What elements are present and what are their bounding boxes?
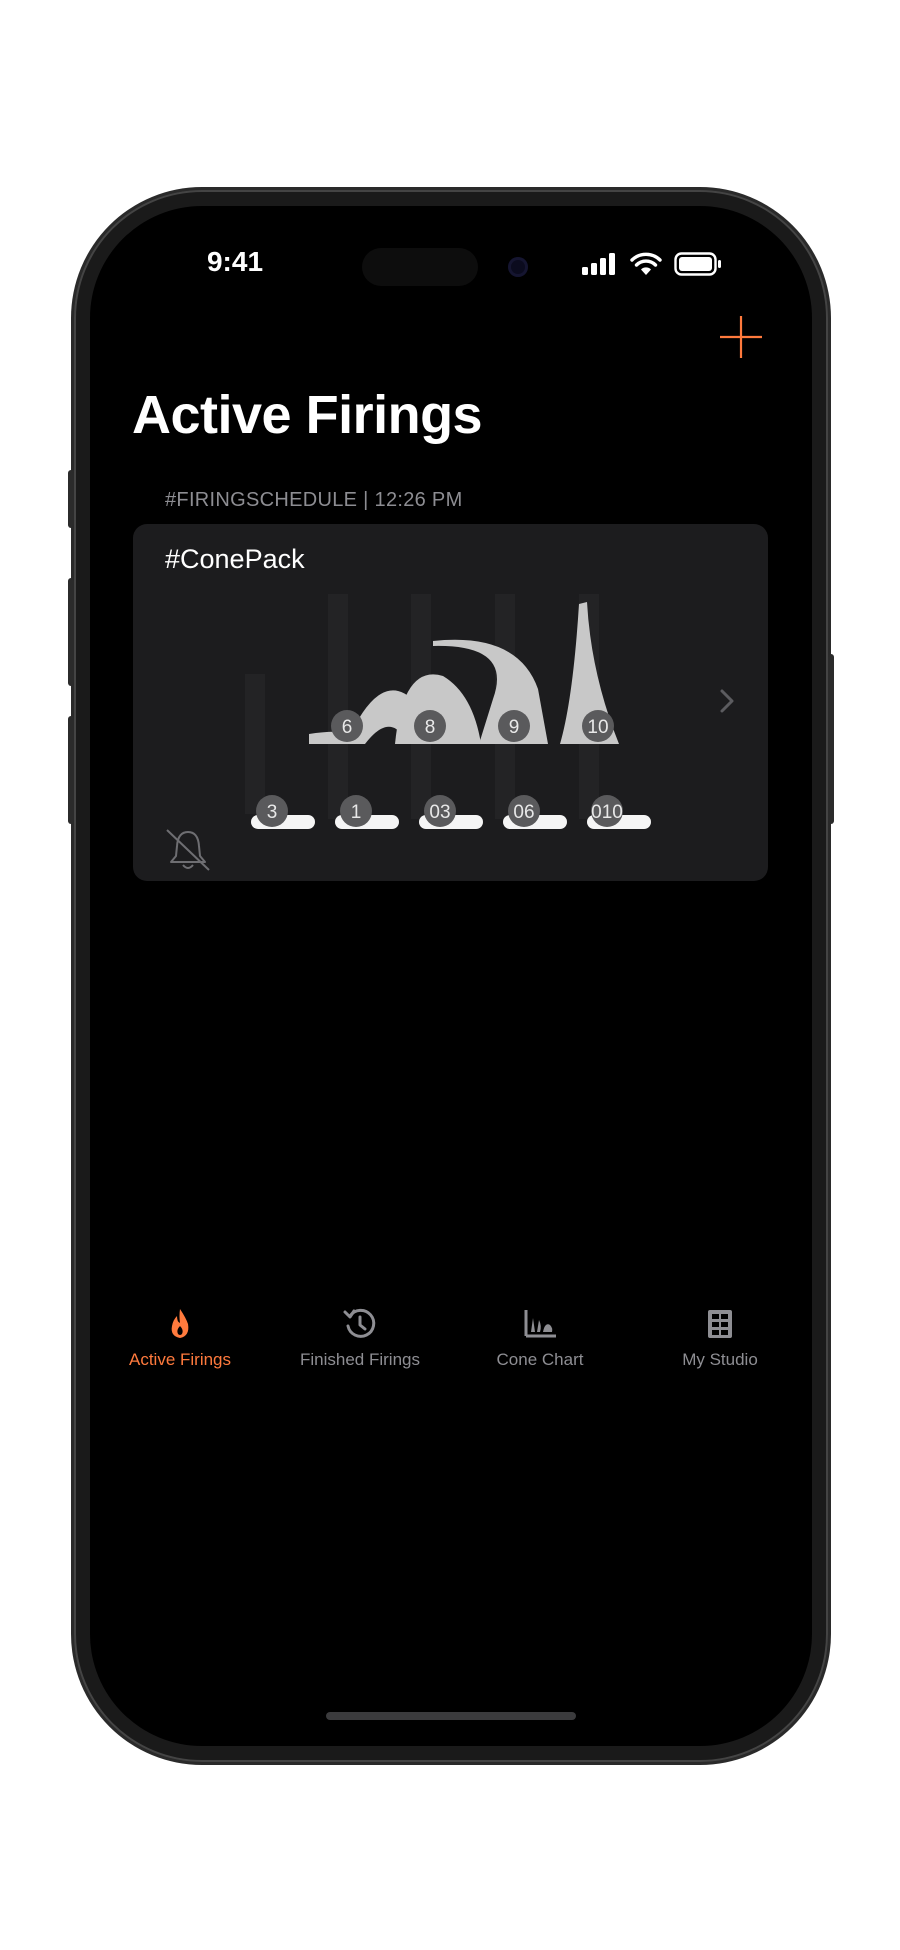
tab-label: Cone Chart <box>496 1350 584 1369</box>
cone-label: 06 <box>513 802 534 823</box>
tab-finished-firings[interactable]: Finished Firings <box>270 1306 450 1370</box>
flame-icon <box>171 1309 189 1338</box>
battery-icon <box>674 252 721 276</box>
kiln-icon <box>708 1310 732 1338</box>
status-time: 9:41 <box>206 246 264 277</box>
cone-label: 3 <box>267 802 278 823</box>
cone-pack-graphic: 6 8 9 10 3 1 03 06 010 <box>245 594 651 829</box>
dynamic-island <box>362 248 478 286</box>
tab-cone-chart[interactable]: Cone Chart <box>450 1306 630 1370</box>
tab-bar: Active Firings Finished Firings Cone Cha… <box>90 1306 812 1426</box>
cellular-signal-icon <box>582 253 615 275</box>
history-icon <box>343 1308 376 1338</box>
action-button <box>68 470 74 528</box>
status-icons <box>582 252 722 276</box>
section-header: #FIRINGSCHEDULE | 12:26 PM <box>165 489 463 511</box>
firing-card[interactable]: #ConePack 6 8 9 10 3 1 03 06 010 <box>133 524 768 881</box>
cone-label: 10 <box>587 717 608 738</box>
camera-icon <box>508 257 528 277</box>
screen: 9:41 Active Firings #FIRINGSCHEDULE | 12… <box>90 206 812 1746</box>
cone-label: 010 <box>591 802 623 823</box>
tab-my-studio[interactable]: My Studio <box>630 1306 810 1370</box>
tab-label: Active Firings <box>128 1350 232 1369</box>
cone-chart-icon <box>524 1310 556 1338</box>
bell-slash-icon[interactable] <box>163 826 213 874</box>
add-button[interactable] <box>718 314 764 360</box>
wifi-icon <box>630 252 662 275</box>
page-title: Active Firings <box>132 385 483 445</box>
home-indicator[interactable] <box>326 1712 576 1720</box>
volume-up-button <box>68 578 74 686</box>
tab-label: Finished Firings <box>300 1350 420 1369</box>
side-button <box>828 654 834 824</box>
cone-label: 03 <box>429 802 450 823</box>
cone-label: 9 <box>509 717 520 738</box>
cone-label: 1 <box>351 802 362 823</box>
tab-label: My Studio <box>682 1350 758 1369</box>
tab-active-firings[interactable]: Active Firings <box>90 1306 270 1370</box>
cone-label: 8 <box>425 717 436 738</box>
chevron-right-icon[interactable] <box>719 688 735 714</box>
cone-label: 6 <box>342 717 353 738</box>
volume-down-button <box>68 716 74 824</box>
